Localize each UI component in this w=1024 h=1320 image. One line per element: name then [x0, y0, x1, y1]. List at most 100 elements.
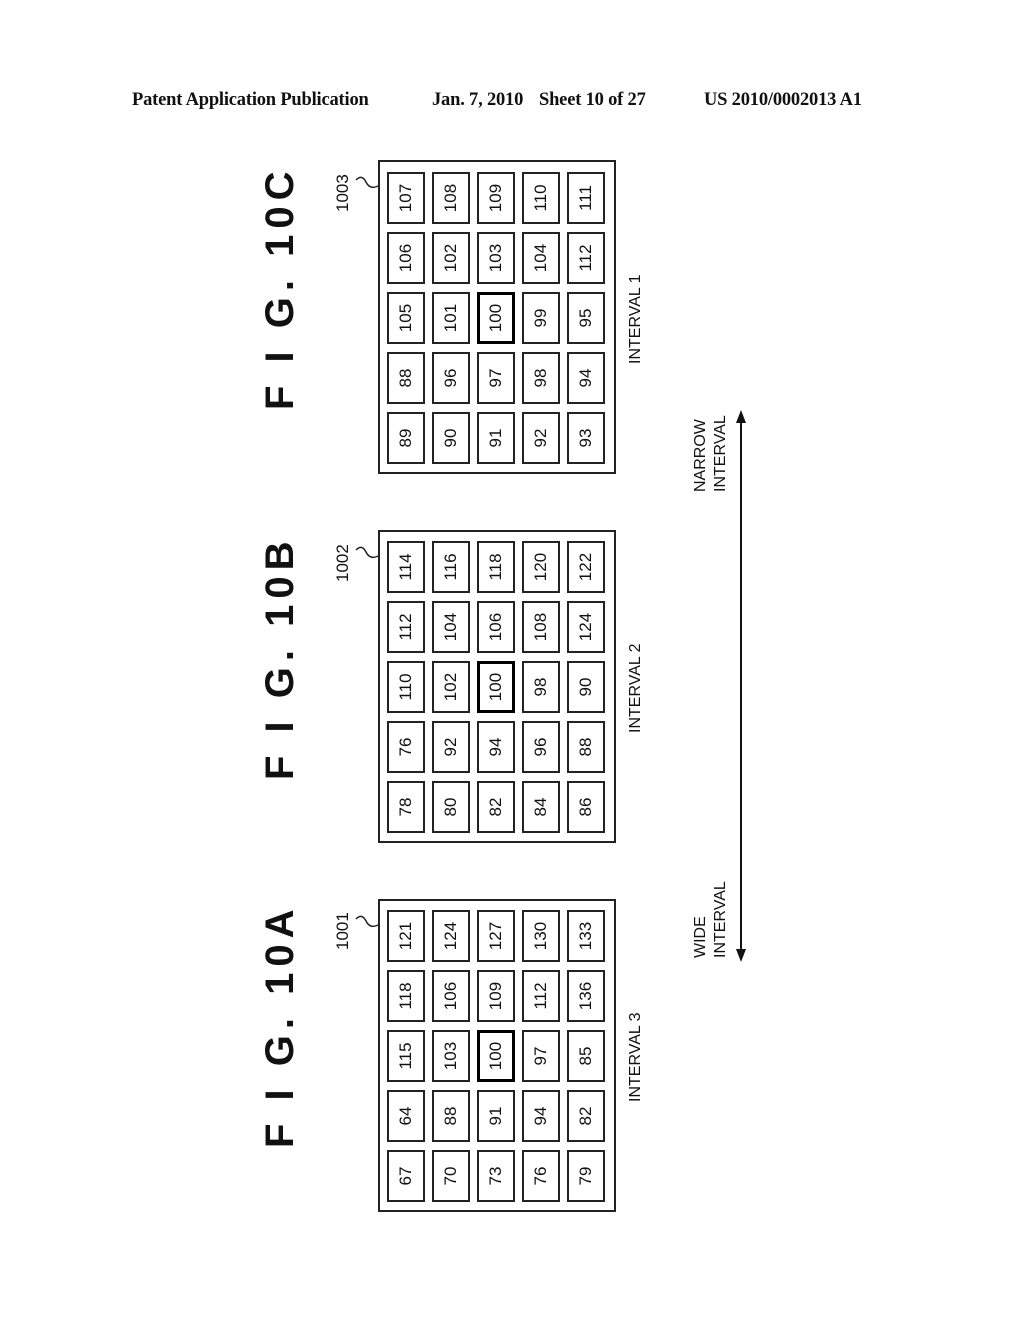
- grid-cell: 114: [387, 541, 425, 593]
- reference-numeral: 1003: [333, 174, 352, 212]
- grid-cell: 82: [567, 1090, 605, 1142]
- cell-value: 98: [531, 368, 550, 388]
- grid-cell: 112: [567, 232, 605, 284]
- cell-value: 121: [396, 921, 415, 951]
- cell-value: 91: [486, 428, 505, 448]
- grid-cell: 79: [567, 1150, 605, 1202]
- cell-value: 104: [531, 243, 550, 273]
- header-date: Jan. 7, 2010: [432, 90, 524, 110]
- cell-value: 85: [576, 1046, 595, 1066]
- figure-title: F I G. 10A: [258, 903, 302, 1149]
- cell-value: 103: [486, 243, 505, 273]
- interval-label: INTERVAL 2: [627, 643, 644, 733]
- cell-value: 118: [396, 982, 415, 1010]
- grid-cell: 103: [477, 232, 515, 284]
- grid-cell: 118: [387, 970, 425, 1022]
- grid-cell: 82: [477, 781, 515, 833]
- grid-cell: 97: [522, 1030, 560, 1082]
- leader-line-icon: [355, 176, 379, 189]
- cell-value: 105: [396, 303, 415, 333]
- grid-cell: 136: [567, 970, 605, 1022]
- grid-cell: 106: [387, 232, 425, 284]
- header-publication: Patent Application Publication: [132, 90, 369, 110]
- grid-cell: 78: [387, 781, 425, 833]
- cell-value: 102: [441, 672, 460, 702]
- cell-value: 94: [531, 1106, 550, 1126]
- cell-value: 112: [396, 613, 415, 641]
- cell-value: 110: [531, 184, 550, 212]
- narrow-interval-label-line2: INTERVAL: [712, 415, 729, 492]
- cell-value: 94: [576, 368, 595, 388]
- cell-value: 88: [441, 1106, 460, 1126]
- grid-cell: 93: [567, 412, 605, 464]
- cell-value: 86: [576, 797, 595, 817]
- grid-cell: 103: [432, 1030, 470, 1082]
- cell-value: 76: [531, 1166, 550, 1186]
- grid-cell: 84: [522, 781, 560, 833]
- cell-value: 67: [396, 1166, 415, 1186]
- grid-cell: 91: [477, 412, 515, 464]
- grid-cell: 80: [432, 781, 470, 833]
- cell-value: 130: [531, 921, 550, 951]
- cell-value: 106: [396, 243, 415, 273]
- grid-cell: 109: [477, 970, 515, 1022]
- cell-value: 108: [531, 612, 550, 642]
- grid-cell: 88: [387, 352, 425, 404]
- grid-cell: 88: [432, 1090, 470, 1142]
- cell-value: 95: [576, 308, 595, 328]
- cell-value: 88: [576, 737, 595, 757]
- cell-value: 118: [486, 553, 505, 581]
- cell-value: 110: [396, 673, 415, 701]
- cell-value: 97: [531, 1046, 550, 1066]
- arrow-up-icon: [736, 410, 746, 423]
- wide-interval-label-line2: INTERVAL: [712, 881, 729, 958]
- cell-value: 107: [396, 183, 415, 213]
- cell-value: 109: [486, 981, 505, 1011]
- figure-title: F I G. 10C: [258, 165, 302, 411]
- cell-value: 94: [486, 737, 505, 757]
- cell-value: 136: [576, 981, 595, 1011]
- grid-cell: 89: [387, 412, 425, 464]
- grid-cell-target: 100: [477, 1030, 515, 1082]
- grid-cell: 70: [432, 1150, 470, 1202]
- cell-value: 93: [576, 428, 595, 448]
- interval-label: INTERVAL 1: [627, 274, 644, 364]
- leader-line-icon: [355, 915, 379, 928]
- cell-value: 115: [396, 1042, 415, 1070]
- grid-cell: 96: [522, 721, 560, 773]
- cell-value: 100: [486, 303, 505, 333]
- grid-cell: 96: [432, 352, 470, 404]
- cell-value: 89: [396, 428, 415, 448]
- grid-cell: 101: [432, 292, 470, 344]
- cell-value: 106: [441, 981, 460, 1011]
- cell-value: 96: [441, 368, 460, 388]
- cell-value: 103: [441, 1041, 460, 1071]
- grid-cell: 94: [567, 352, 605, 404]
- grid-cell: 120: [522, 541, 560, 593]
- grid-cell: 104: [432, 601, 470, 653]
- narrow-interval-label-line1: NARROW: [692, 419, 709, 492]
- grid-cell: 88: [567, 721, 605, 773]
- grid-cell: 112: [522, 970, 560, 1022]
- cell-value: 101: [441, 303, 460, 333]
- grid-cell: 104: [522, 232, 560, 284]
- grid-cell: 64: [387, 1090, 425, 1142]
- leader-line-icon: [355, 546, 379, 559]
- grid-cell: 102: [432, 661, 470, 713]
- grid-cell: 95: [567, 292, 605, 344]
- grid-cell: 76: [387, 721, 425, 773]
- grid-cell: 99: [522, 292, 560, 344]
- grid-cell: 73: [477, 1150, 515, 1202]
- grid-cell: 91: [477, 1090, 515, 1142]
- grid-cell: 118: [477, 541, 515, 593]
- double-arrow-line: [740, 418, 742, 956]
- grid-cell: 124: [567, 601, 605, 653]
- cell-value: 111: [576, 185, 595, 211]
- grid-cell: 127: [477, 910, 515, 962]
- cell-value: 127: [486, 921, 505, 951]
- cell-value: 82: [576, 1106, 595, 1126]
- arrow-down-icon: [736, 949, 746, 962]
- grid-cell: 110: [522, 172, 560, 224]
- reference-numeral: 1001: [333, 912, 352, 950]
- reference-numeral: 1002: [333, 544, 352, 582]
